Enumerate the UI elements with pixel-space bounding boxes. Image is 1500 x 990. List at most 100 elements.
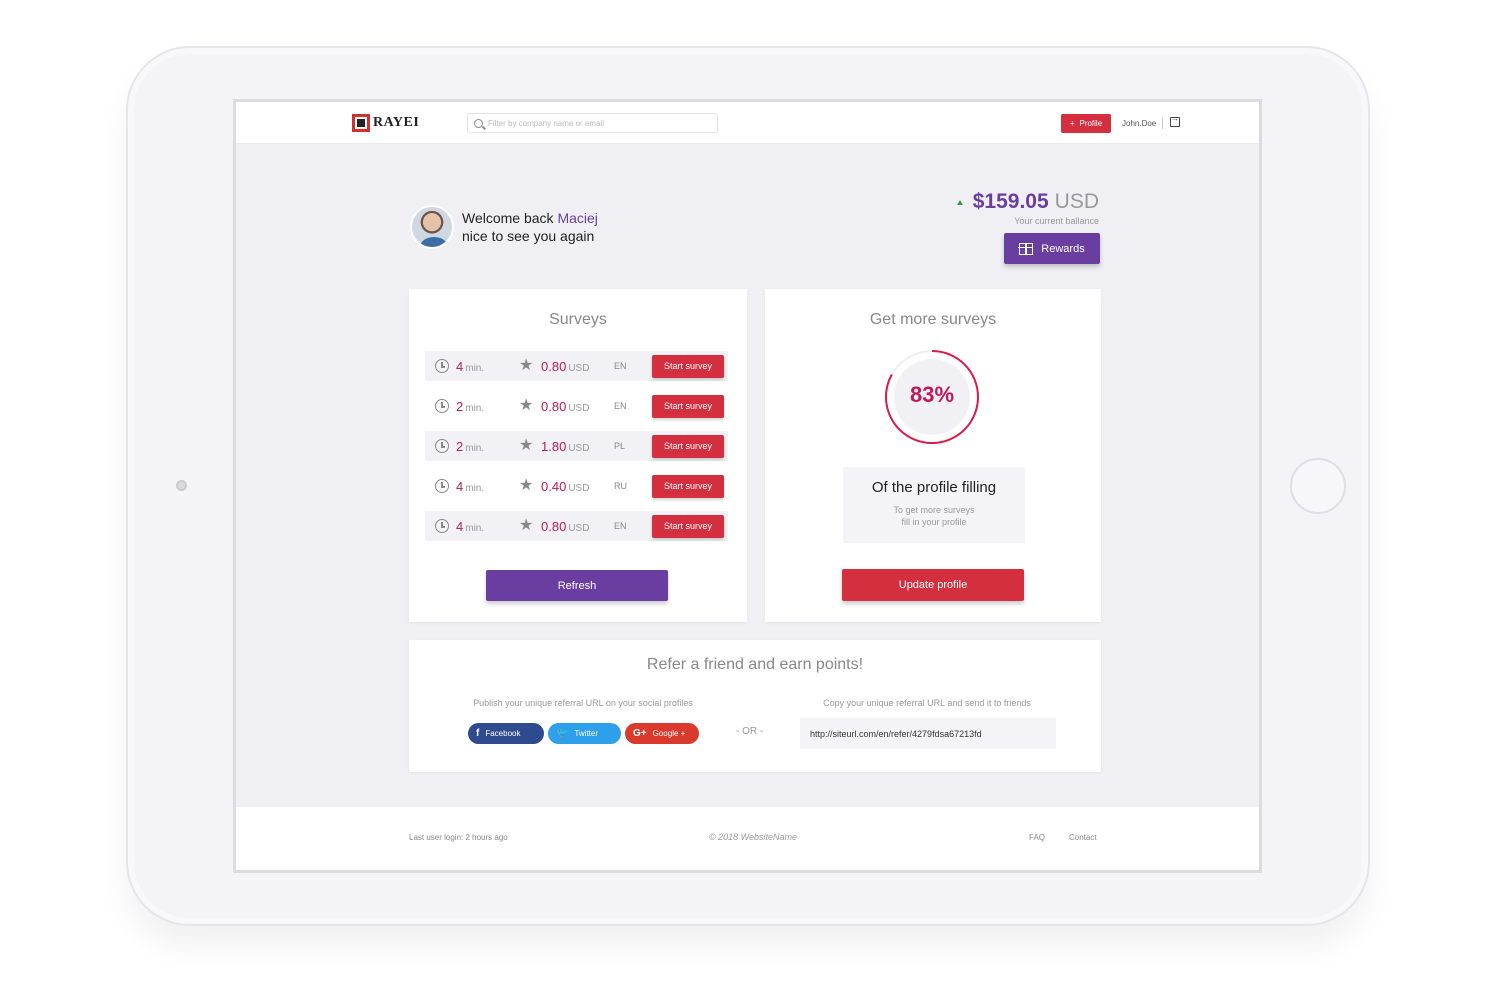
google-plus-label: Google +	[652, 729, 686, 738]
logout-icon[interactable]	[1170, 114, 1180, 127]
twitter-label: Twitter	[574, 729, 599, 738]
survey-language: PL	[614, 441, 626, 451]
survey-reward: 0.80 USD	[541, 399, 589, 414]
balance-currency: USD	[1054, 190, 1099, 213]
welcome-line2: nice to see you again	[462, 228, 595, 244]
referral-url-field[interactable]	[800, 718, 1056, 749]
refer-url-caption: Copy your unique referral URL and send i…	[823, 698, 1031, 708]
survey-price: 1.80	[541, 438, 567, 454]
survey-row: 4 min. ★ 0.40 USD RU Start survey	[425, 471, 728, 501]
survey-min-unit: min.	[465, 442, 485, 454]
camera-icon	[176, 480, 187, 491]
survey-language: EN	[614, 361, 627, 371]
survey-price: 0.80	[541, 358, 567, 374]
survey-price-unit: USD	[568, 522, 590, 534]
survey-reward: 1.80 USD	[541, 439, 589, 454]
start-survey-button[interactable]: Start survey	[652, 474, 724, 498]
facebook-button[interactable]: f Facebook	[468, 723, 544, 744]
survey-min-unit: min.	[465, 482, 485, 494]
profile-filling-box: Of the profile filling To get more surve…	[843, 467, 1025, 543]
survey-price: 0.40	[541, 478, 567, 494]
profile-button[interactable]: + Profile	[1061, 114, 1111, 133]
surveys-card: Surveys 4 min. ★ 0.80 USD EN Start survey 2 min.…	[409, 289, 747, 622]
faq-link[interactable]: FAQ	[1029, 833, 1045, 842]
clock-icon	[435, 479, 449, 493]
gift-icon	[1018, 242, 1034, 255]
profile-box-sub-line1: To get more surveys	[893, 505, 975, 515]
survey-price-unit: USD	[568, 482, 590, 494]
plus-icon: +	[1069, 119, 1075, 128]
refer-title: Refer a friend and earn points!	[646, 656, 864, 673]
clock-icon	[435, 359, 449, 373]
twitter-button[interactable]: 🐦 Twitter	[548, 723, 621, 744]
survey-minutes: 4	[456, 518, 464, 534]
survey-price: 0.80	[541, 398, 567, 414]
refresh-button[interactable]: Refresh	[486, 570, 668, 601]
balance-block: $159.05 USD Your current ballance	[956, 190, 1099, 226]
start-survey-button[interactable]: Start survey	[652, 394, 724, 418]
facebook-label: Facebook	[485, 729, 521, 738]
survey-price-unit: USD	[568, 362, 590, 374]
copyright-text: © 2018 WebsiteName	[709, 832, 798, 842]
survey-min-unit: min.	[465, 362, 485, 374]
survey-minutes: 4	[456, 358, 464, 374]
welcome-block: Welcome back Maciej nice to see you agai…	[410, 205, 598, 249]
clock-icon	[435, 399, 449, 413]
star-icon: ★	[519, 477, 534, 494]
survey-row: 4 min. ★ 0.80 USD EN Start survey	[425, 511, 728, 541]
trend-up-icon	[956, 199, 963, 205]
avatar	[410, 205, 454, 249]
gauge-percent: 83%	[909, 382, 955, 407]
logo-text: RAYEI	[373, 115, 420, 130]
start-survey-button[interactable]: Start survey	[652, 514, 724, 538]
welcome-prefix: Welcome back	[462, 210, 558, 226]
start-survey-button[interactable]: Start survey	[652, 434, 724, 458]
survey-row: 2 min. ★ 0.80 USD EN Start survey	[425, 391, 728, 421]
rewards-button[interactable]: Rewards	[1004, 233, 1100, 264]
clock-icon	[435, 519, 449, 533]
username[interactable]: John.Doe	[1122, 119, 1156, 128]
refer-social-caption: Publish your unique referral URL on your…	[473, 698, 693, 708]
rewards-label: Rewards	[1041, 242, 1085, 255]
welcome-text: Welcome back Maciej nice to see you agai…	[462, 209, 598, 245]
survey-minutes: 4	[456, 478, 464, 494]
survey-reward: 0.80 USD	[541, 519, 589, 534]
home-button[interactable]	[1290, 458, 1346, 514]
survey-minutes: 2	[456, 438, 464, 454]
star-icon: ★	[519, 357, 534, 374]
footer: Last user login: 2 hours ago © 2018 Webs…	[236, 807, 1259, 870]
search-input[interactable]	[488, 118, 708, 128]
logo[interactable]: RAYEI	[352, 114, 419, 132]
profile-box-subtitle: To get more surveys fill in your profile	[843, 504, 1025, 528]
divider	[1162, 117, 1163, 129]
or-separator: - OR -	[736, 726, 764, 737]
google-plus-button[interactable]: G+ Google +	[625, 723, 699, 744]
facebook-icon: f	[476, 728, 480, 739]
profile-box-title: Of the profile filling	[871, 479, 997, 496]
refer-card: Refer a friend and earn points! Publish …	[409, 640, 1101, 772]
survey-list: 4 min. ★ 0.80 USD EN Start survey 2 min. ★ 0.80 USD…	[425, 351, 728, 551]
survey-price-unit: USD	[568, 442, 590, 454]
clock-icon	[435, 439, 449, 453]
star-icon: ★	[519, 437, 534, 454]
update-profile-button[interactable]: Update profile	[842, 569, 1024, 601]
survey-duration: 4 min.	[456, 359, 484, 374]
survey-min-unit: min.	[465, 402, 485, 414]
survey-duration: 4 min.	[456, 479, 484, 494]
survey-row: 4 min. ★ 0.80 USD EN Start survey	[425, 351, 728, 381]
surveys-title: Surveys	[549, 311, 607, 328]
start-survey-button[interactable]: Start survey	[652, 354, 724, 378]
survey-duration: 4 min.	[456, 519, 484, 534]
survey-price-unit: USD	[568, 402, 590, 414]
profile-box-sub-line2: fill in your profile	[901, 517, 967, 527]
last-login-text: Last user login: 2 hours ago	[409, 833, 508, 842]
survey-row: 2 min. ★ 1.80 USD PL Start survey	[425, 431, 728, 461]
search-box[interactable]	[467, 113, 718, 133]
survey-language: EN	[614, 401, 627, 411]
contact-link[interactable]: Contact	[1069, 833, 1097, 842]
survey-duration: 2 min.	[456, 399, 484, 414]
survey-language: EN	[614, 521, 627, 531]
logo-mark-icon	[352, 114, 370, 132]
star-icon: ★	[519, 517, 534, 534]
survey-price: 0.80	[541, 518, 567, 534]
